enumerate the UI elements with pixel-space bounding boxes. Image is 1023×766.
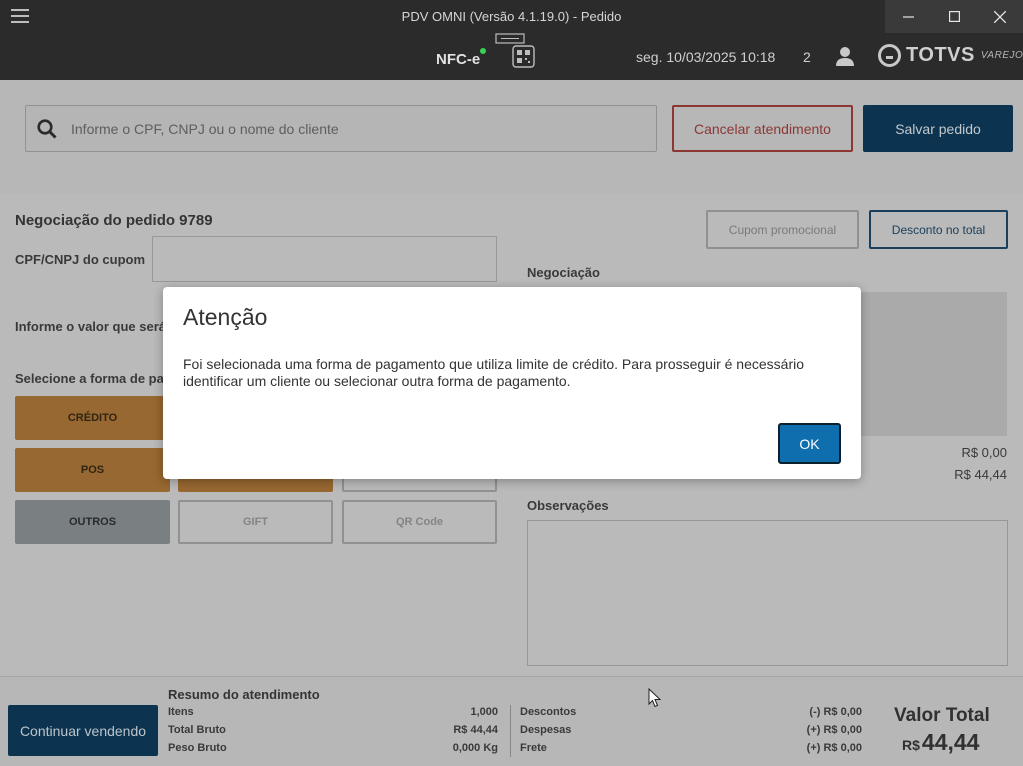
dialog-title: Atenção: [183, 304, 268, 330]
user-icon[interactable]: [835, 46, 855, 71]
datetime-display: seg. 10/03/2025 10:18: [636, 49, 776, 65]
qr-code-icon[interactable]: [512, 45, 535, 73]
logo-text: TOTVS: [906, 44, 975, 66]
maximize-icon[interactable]: [931, 0, 977, 33]
ok-button[interactable]: OK: [778, 423, 841, 464]
logo-subtext: VAREJO: [980, 50, 1023, 61]
title-bar: PDV OMNI (Versão 4.1.19.0) - Pedido NFC-…: [0, 0, 1023, 80]
mouse-cursor-icon: [648, 687, 662, 713]
totvs-logo: TOTVS VAREJO: [878, 44, 1023, 67]
attention-dialog: Atenção Foi selecionada uma forma de pag…: [163, 287, 861, 479]
nfce-label: NFC-e: [436, 51, 481, 68]
logo-circle-icon: [878, 44, 901, 67]
window-title: PDV OMNI (Versão 4.1.19.0) - Pedido: [401, 9, 622, 24]
close-icon[interactable]: [977, 0, 1023, 33]
counter-display: 2: [803, 49, 811, 65]
dialog-message: Foi selecionada uma forma de pagamento q…: [183, 356, 805, 389]
window-controls: [885, 0, 1023, 33]
minimize-icon[interactable]: [885, 0, 931, 33]
nfce-status-icon: [480, 48, 486, 54]
